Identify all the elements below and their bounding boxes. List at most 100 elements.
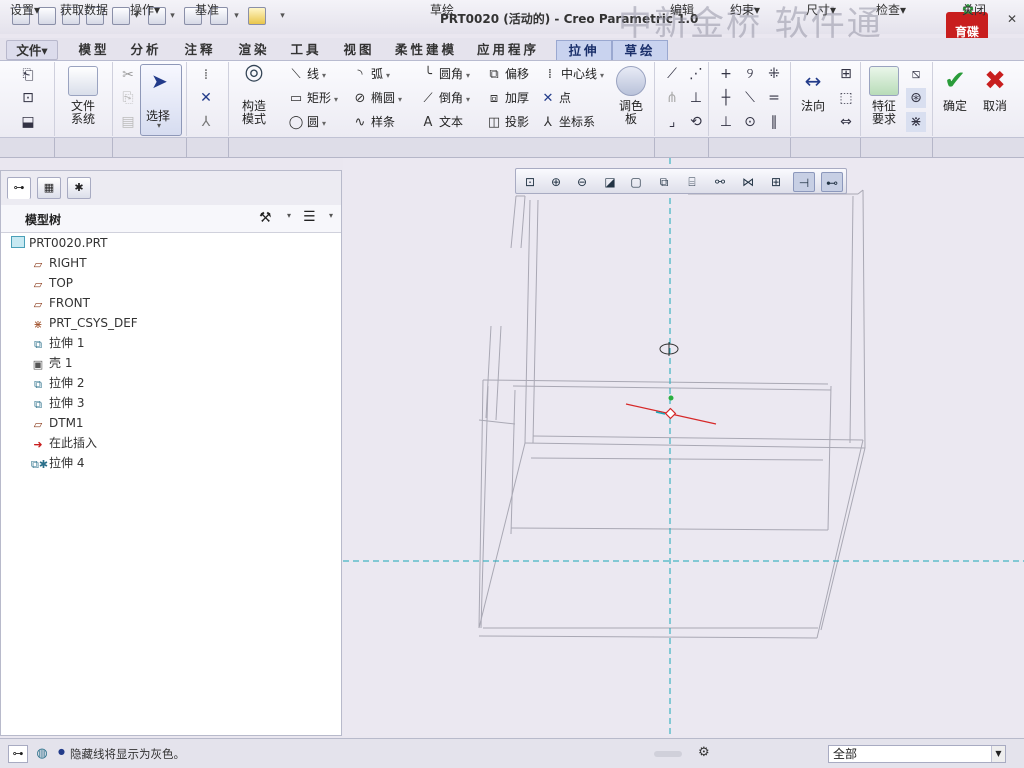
copy-icon[interactable]: ⎘ <box>118 88 138 108</box>
cancel-button[interactable]: ✖ 取消 <box>978 66 1012 113</box>
tree-item-right[interactable]: ▱ RIGHT <box>31 253 87 273</box>
centerline-button[interactable]: ⁞ 中心线 ▾ <box>542 63 604 85</box>
text-button[interactable]: A 文本 <box>420 111 463 133</box>
group-constrain[interactable]: 约束▾ <box>730 2 760 18</box>
point-button[interactable]: ✕ 点 <box>540 87 571 109</box>
normal-dimension-button[interactable]: ↔ 法向 <box>796 66 830 113</box>
group-operations[interactable]: 操作▾ <box>130 2 160 18</box>
offset-button[interactable]: ⧉ 偏移 <box>486 63 529 85</box>
repaint-icon[interactable]: ◪ <box>599 172 621 192</box>
undo-icon[interactable] <box>112 7 130 25</box>
select-button[interactable]: ➤ 选择 ▾ <box>140 64 182 136</box>
fillet-dropdown-icon[interactable]: ▾ <box>466 71 470 80</box>
tab-flexible-modeling[interactable]: 柔性建模 <box>392 40 460 60</box>
perpendicular-constraint-icon[interactable]: ⊥ <box>716 112 736 132</box>
construction-mode-button[interactable]: ◎ 构造 模式 <box>234 62 274 126</box>
equal-constraint-icon[interactable]: = <box>764 88 784 108</box>
toggle-navigator-icon[interactable]: ⊶ <box>8 745 28 763</box>
constraint-display-icon[interactable]: ⊷ <box>821 172 843 192</box>
tab-render[interactable]: 渲染 <box>232 40 276 60</box>
ref-icon[interactable]: ⊡ <box>18 88 38 108</box>
chamfer-dropdown-icon[interactable]: ▾ <box>466 95 470 104</box>
group-setup[interactable]: 设置▾ <box>10 2 40 18</box>
rotate-resize-icon[interactable]: ⟲ <box>686 112 706 132</box>
show-menu-dropdown-icon[interactable]: ▾ <box>329 211 333 220</box>
show-menu-icon[interactable]: ☰ <box>303 209 316 225</box>
selection-filter-dropdown[interactable]: 全部 ▼ <box>828 745 1006 763</box>
arc-button[interactable]: ◝ 弧 ▾ <box>352 63 390 85</box>
rectangle-dropdown-icon[interactable]: ▾ <box>334 95 338 104</box>
tree-settings-icon[interactable]: ⚒ <box>259 210 272 226</box>
regen-status-icon[interactable]: ⚙ <box>698 745 710 760</box>
ellipse-dropdown-icon[interactable]: ▾ <box>398 95 402 104</box>
mirror-icon[interactable]: ⋔ <box>662 88 682 108</box>
tab-extrude[interactable]: 拉伸 <box>556 40 612 60</box>
sketch-setup-icon[interactable]: ⎗ <box>18 65 38 85</box>
palette-button[interactable]: 调色 板 <box>614 66 648 126</box>
delete-segment-icon[interactable]: ⋰ <box>686 64 706 84</box>
chamfer-button[interactable]: ⟋ 倒角 ▾ <box>420 87 470 109</box>
centerline-dropdown-icon[interactable]: ▾ <box>600 71 604 80</box>
baseline-icon[interactable]: ⬚ <box>836 88 856 108</box>
sketch-display-icon[interactable]: ⊣ <box>793 172 815 192</box>
zoom-out-icon[interactable]: ⊖ <box>571 172 593 192</box>
reference-dim-icon[interactable]: ⇔ <box>836 112 856 132</box>
tree-item-dtm1[interactable]: ▱ DTM1 <box>31 413 84 433</box>
datum-csys-icon[interactable]: ⅄ <box>196 112 216 132</box>
sketch-view-icon[interactable]: ⬓ <box>18 112 38 132</box>
perspective-icon[interactable]: ⚯ <box>709 172 731 192</box>
tree-item-shell-1[interactable]: ▣ 壳 1 <box>31 353 73 373</box>
ellipse-button[interactable]: ⊘ 椭圆 ▾ <box>352 87 402 109</box>
graphics-viewport[interactable] <box>343 158 1024 736</box>
parallel-constraint-icon[interactable]: ∥ <box>764 112 784 132</box>
tree-item-extrude-3[interactable]: ⧉ 拉伸 3 <box>31 393 84 413</box>
project-button[interactable]: ◫ 投影 <box>486 111 529 133</box>
tree-item-top[interactable]: ▱ TOP <box>31 273 73 293</box>
vertical-constraint-icon[interactable]: + <box>716 64 736 84</box>
circle-dropdown-icon[interactable]: ▾ <box>322 119 326 128</box>
highlight-open-ends-icon[interactable]: ⊛ <box>906 88 926 108</box>
horizontal-constraint-icon[interactable]: ┼ <box>716 88 736 108</box>
arc-dropdown-icon[interactable]: ▾ <box>386 71 390 80</box>
folder-browser-tab-icon[interactable]: ▦ <box>37 177 61 199</box>
datum-display-icon[interactable]: ⋈ <box>737 172 759 192</box>
model-tree-tab-icon[interactable]: ⊶ <box>7 177 31 199</box>
overlap-geometry-icon[interactable]: ⧅ <box>906 64 926 84</box>
divide-icon[interactable]: ⊥ <box>686 88 706 108</box>
tree-settings-dropdown-icon[interactable]: ▾ <box>287 211 291 220</box>
tree-item-extrude-4[interactable]: ⧉✱拉伸 4 <box>31 453 84 473</box>
display-style-icon[interactable]: ▢ <box>625 172 647 192</box>
tree-item-part[interactable]: PRT0020.PRT <box>11 233 107 253</box>
fillet-button[interactable]: ╰ 圆角 ▾ <box>420 63 470 85</box>
group-dimension[interactable]: 尺寸▾ <box>806 2 836 18</box>
tab-annotate[interactable]: 注释 <box>178 40 222 60</box>
view-manager-icon[interactable]: ⌸ <box>681 172 703 192</box>
new-file-icon[interactable] <box>38 7 56 25</box>
windows-dropdown-icon[interactable]: ▾ <box>232 7 241 25</box>
tab-model[interactable]: 模型 <box>72 40 116 60</box>
shade-closed-loops-icon[interactable]: ⋇ <box>906 112 926 132</box>
line-dropdown-icon[interactable]: ▾ <box>322 71 326 80</box>
cut-icon[interactable]: ✂ <box>118 65 138 85</box>
tree-item-csys[interactable]: ⋇ PRT_CSYS_DEF <box>31 313 137 333</box>
group-inspect[interactable]: 检查▾ <box>876 2 906 18</box>
thicken-button[interactable]: ⧈ 加厚 <box>486 87 529 109</box>
paste-icon[interactable]: ▤ <box>118 112 138 132</box>
tree-item-extrude-1[interactable]: ⧉ 拉伸 1 <box>31 333 84 353</box>
tab-applications[interactable]: 应用程序 <box>474 40 542 60</box>
folder-icon[interactable] <box>248 7 266 25</box>
datum-axis-icon[interactable]: ⁞ <box>196 65 216 85</box>
circle-button[interactable]: ◯ 圆 ▾ <box>288 111 326 133</box>
midpoint-constraint-icon[interactable]: ⟍ <box>740 88 760 108</box>
ok-button[interactable]: ✔ 确定 <box>938 66 972 113</box>
tab-file[interactable]: 文件▾ <box>6 40 58 60</box>
customize-qa-icon[interactable]: ▾ <box>278 7 287 25</box>
symmetric-constraint-icon[interactable]: ⁜ <box>764 64 784 84</box>
toggle-browser-icon[interactable]: ◍ <box>32 745 52 763</box>
tangent-constraint-icon[interactable]: ୨ <box>740 64 760 84</box>
line-button[interactable]: ⟍ 线 ▾ <box>288 63 326 85</box>
tab-analysis[interactable]: 分析 <box>124 40 168 60</box>
perimeter-icon[interactable]: ⊞ <box>836 64 856 84</box>
tab-tools[interactable]: 工具 <box>284 40 328 60</box>
refit-icon[interactable]: ⊡ <box>519 172 541 192</box>
